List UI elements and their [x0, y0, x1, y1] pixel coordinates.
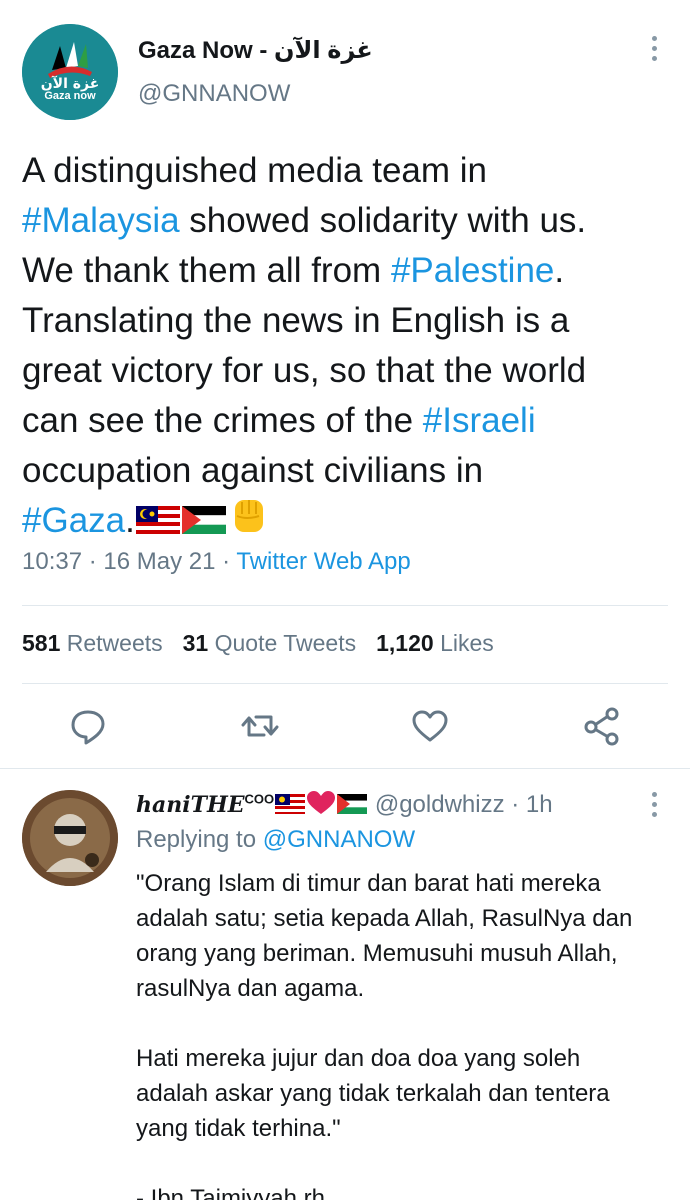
- gaza-now-logo: غزة الآن: [22, 24, 118, 120]
- replying-to-mention[interactable]: @GNNANOW: [263, 826, 415, 853]
- red-heart-icon: [307, 791, 336, 814]
- reply-text: "Orang Islam di timur dan barat hati mer…: [136, 866, 656, 1200]
- tweet-text-line: We thank them all from: [22, 251, 391, 290]
- author-avatar[interactable]: غزة الآن Gaza now: [22, 24, 118, 120]
- tweet-time[interactable]: 10:37: [22, 548, 82, 575]
- tweet-separator: [0, 768, 690, 769]
- like-icon[interactable]: [404, 700, 456, 752]
- reply-header: haniTHECOO @goldwhizz · 1h: [136, 791, 553, 818]
- main-tweet: غزة الآن Gaza now Gaza Now - غزة الآن @G…: [0, 0, 690, 770]
- more-options-icon[interactable]: [642, 36, 666, 70]
- reply-icon[interactable]: [62, 700, 114, 752]
- reply-tweet[interactable]: haniTHECOO @goldwhizz · 1h Replying to @…: [0, 770, 690, 1200]
- malaysia-flag-icon: [135, 506, 180, 534]
- retweets-count: 581: [22, 630, 61, 656]
- author-handle[interactable]: @GNNANOW: [138, 80, 290, 108]
- tweet-meta: 10:37 · 16 May 21 · Twitter Web App: [22, 548, 411, 575]
- author-name[interactable]: Gaza Now - غزة الآن: [138, 36, 373, 65]
- tweet-text-line: Translating the news in English is a: [22, 301, 570, 340]
- tweet-date[interactable]: 16 May 21: [103, 548, 215, 575]
- reply-author-handle[interactable]: @goldwhizz: [375, 791, 505, 818]
- retweet-icon[interactable]: [234, 700, 286, 752]
- hashtag-palestine[interactable]: #Palestine: [391, 251, 554, 290]
- tweet-actions: [0, 700, 690, 752]
- reply-text-line: - Ibn Taimiyyah rh: [136, 1185, 325, 1200]
- tweet-text-line: A distinguished media team in: [22, 151, 487, 190]
- tweet-text-line: .: [554, 251, 565, 290]
- reply-more-options-icon[interactable]: [642, 792, 666, 826]
- quote-tweets-count: 31: [182, 630, 209, 656]
- hashtag-malaysia[interactable]: #Malaysia: [22, 201, 180, 240]
- reply-text-line: Hati mereka jujur dan doa doa yang soleh: [136, 1045, 581, 1072]
- tweet-text-line: can see the crimes of the: [22, 401, 423, 440]
- reply-text-line: "Orang Islam di timur dan barat hati mer…: [136, 870, 601, 897]
- reply-text-line: [136, 1146, 656, 1181]
- hashtag-israeli[interactable]: #Israeli: [423, 401, 536, 440]
- tweet-text-line: occupation against civilians in: [22, 451, 484, 490]
- reply-text-line: adalah askar yang tidak terkalah dan ten…: [136, 1080, 610, 1107]
- malaysia-flag-icon: [275, 794, 306, 814]
- tweet-text: A distinguished media team in #Malaysia …: [22, 146, 672, 546]
- palestine-flag-icon: [337, 794, 368, 814]
- raised-fist-icon: [234, 500, 263, 532]
- reply-author-name[interactable]: haniTHECOO: [136, 792, 274, 818]
- avatar-brand-label: Gaza now: [44, 90, 96, 102]
- hashtag-gaza[interactable]: #Gaza: [22, 501, 125, 540]
- reply-avatar-image: [22, 790, 118, 886]
- divider: [22, 683, 668, 684]
- tweet-stats: 581 Retweets 31 Quote Tweets 1,120 Likes: [22, 630, 494, 657]
- reply-time[interactable]: 1h: [526, 791, 553, 818]
- reply-text-line: [136, 1006, 656, 1041]
- retweets-stat[interactable]: 581 Retweets: [22, 630, 163, 656]
- reply-avatar[interactable]: [22, 790, 118, 886]
- reply-text-line: orang yang beriman. Memusuhi musuh Allah…: [136, 940, 618, 967]
- reply-text-line: rasulNya dan agama.: [136, 975, 365, 1002]
- reply-text-line: yang tidak terhina.": [136, 1115, 341, 1142]
- likes-stat[interactable]: 1,120 Likes: [376, 630, 494, 656]
- replying-to-prefix: Replying to: [136, 826, 263, 853]
- divider: [22, 605, 668, 606]
- likes-label: Likes: [440, 630, 494, 656]
- tweet-text-line: showed solidarity with us.: [179, 201, 587, 240]
- reply-name-text: haniTHE: [136, 792, 245, 818]
- retweets-label: Retweets: [66, 630, 163, 656]
- quote-tweets-stat[interactable]: 31 Quote Tweets: [183, 630, 356, 656]
- likes-count: 1,120: [376, 630, 434, 656]
- reply-text-line: adalah satu; setia kepada Allah, RasulNy…: [136, 905, 633, 932]
- share-icon[interactable]: [576, 700, 628, 752]
- reply-name-superscript: COO: [244, 791, 275, 807]
- replying-to: Replying to @GNNANOW: [136, 826, 415, 854]
- tweet-text-line: .: [125, 501, 135, 540]
- tweet-text-line: great victory for us, so that the world: [22, 351, 587, 390]
- quote-tweets-label: Quote Tweets: [214, 630, 357, 656]
- palestine-flag-icon: [181, 506, 226, 534]
- tweet-source-app[interactable]: Twitter Web App: [236, 548, 410, 575]
